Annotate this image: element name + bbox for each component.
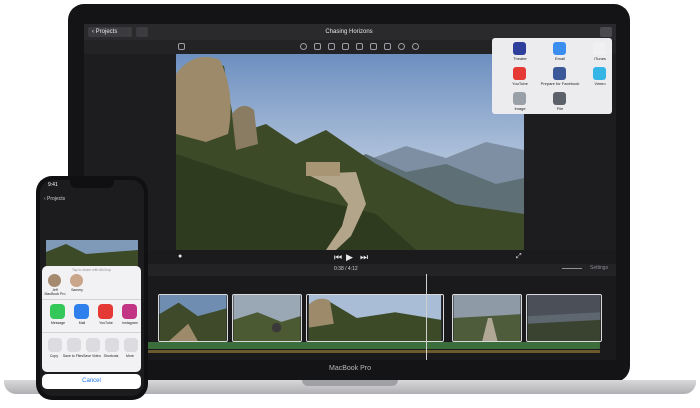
app-mail-icon[interactable] [74,304,89,319]
list-icon[interactable] [136,27,148,37]
contact-name: Sammy [71,288,83,292]
laptop-opening-notch [302,380,398,386]
skip-forward-icon[interactable]: ⏭ [360,250,368,264]
info-icon[interactable] [412,43,419,50]
stabilization-icon[interactable] [342,43,349,50]
vimeo-icon[interactable] [593,67,606,80]
cancel-button[interactable]: Cancel [42,374,141,389]
action-save-to-files-icon[interactable] [67,338,81,352]
speed-icon[interactable] [384,43,391,50]
timeline-clip[interactable] [306,294,444,342]
play-icon[interactable]: ▶ [346,250,353,264]
action-more-icon[interactable] [124,338,138,352]
action-copy-icon[interactable] [48,338,62,352]
projects-button[interactable]: ‹ Projects [88,27,122,37]
status-time: 9:41 [48,182,58,188]
contact-name: Jeff MacBook Pro [44,288,66,296]
share-option-label: YouTube [512,81,528,86]
playhead[interactable] [426,274,427,360]
action-label: More [126,354,134,358]
timeline-clip[interactable] [158,294,228,342]
action-shortcuts-icon[interactable] [105,338,119,352]
imovie-window: ‹ Projects Chasing Horizons ● ⏮ ▶ ⏭ ⤢ 0:… [84,24,616,360]
volume-icon[interactable] [356,43,363,50]
share-option-label: Prepare for Facebook [540,81,580,86]
app-instagram-icon[interactable] [122,304,137,319]
magic-wand-icon[interactable] [178,43,185,50]
settings-button[interactable]: Settings [590,265,608,271]
contact-avatar[interactable] [70,274,83,287]
fullscreen-icon[interactable]: ⤢ [516,250,522,264]
filter-icon[interactable] [398,43,405,50]
timecode: 0:38 / 4:12 [334,266,358,272]
color-balance-icon[interactable] [300,43,307,50]
image-icon[interactable] [513,92,526,105]
color-correction-icon[interactable] [314,43,321,50]
app-message-icon[interactable] [50,304,65,319]
timeline-clip[interactable] [526,294,602,342]
share-option-label: File [556,106,564,111]
brand-label: MacBook Pro [328,365,372,372]
share-button[interactable] [600,27,612,37]
microphone-icon[interactable]: ● [178,250,182,264]
share-option-label: Theater [513,56,527,61]
action-save-video-icon[interactable] [86,338,100,352]
audio-track[interactable] [148,342,600,349]
projects-back-button[interactable]: ‹ Projects [44,196,65,202]
divider [42,299,141,300]
email-icon[interactable] [553,42,566,55]
project-title: Chasing Horizons [325,29,373,35]
app-label: Mail [78,321,86,325]
star-icon[interactable] [513,42,526,55]
share-option-label: Image [514,106,526,111]
app-label: Instagram [122,321,138,325]
share-option-label: Vimeo [594,81,606,86]
app-label: Message [50,321,66,325]
media-icon[interactable] [120,27,132,37]
music-track[interactable] [148,350,600,353]
airdrop-hint: Tap to share with AirDrop [71,268,112,272]
youtube-icon[interactable] [513,67,526,80]
timeline-header [144,264,616,276]
share-sheet: Tap to share with AirDrop Jeff MacBook P… [42,266,141,372]
share-menu: Theater Email iTunes YouTube Prepare for Fac… [492,38,612,114]
iphone-notch [70,180,114,188]
crop-icon[interactable] [328,43,335,50]
timeline-clip[interactable] [452,294,522,342]
skip-back-icon[interactable]: ⏮ [334,250,342,264]
contact-avatar[interactable] [48,274,61,287]
music-icon[interactable] [593,42,606,55]
timeline-clip[interactable] [232,294,302,342]
divider [42,332,141,333]
app-youtube-icon[interactable] [98,304,113,319]
facebook-icon[interactable] [553,67,566,80]
share-option-label: iTunes [594,56,606,61]
file-icon[interactable] [553,92,566,105]
zoom-slider[interactable] [562,268,582,269]
share-option-label: Email [554,56,565,61]
video-viewer [176,54,524,250]
app-label: YouTube [99,321,113,325]
noise-reduction-icon[interactable] [370,43,377,50]
